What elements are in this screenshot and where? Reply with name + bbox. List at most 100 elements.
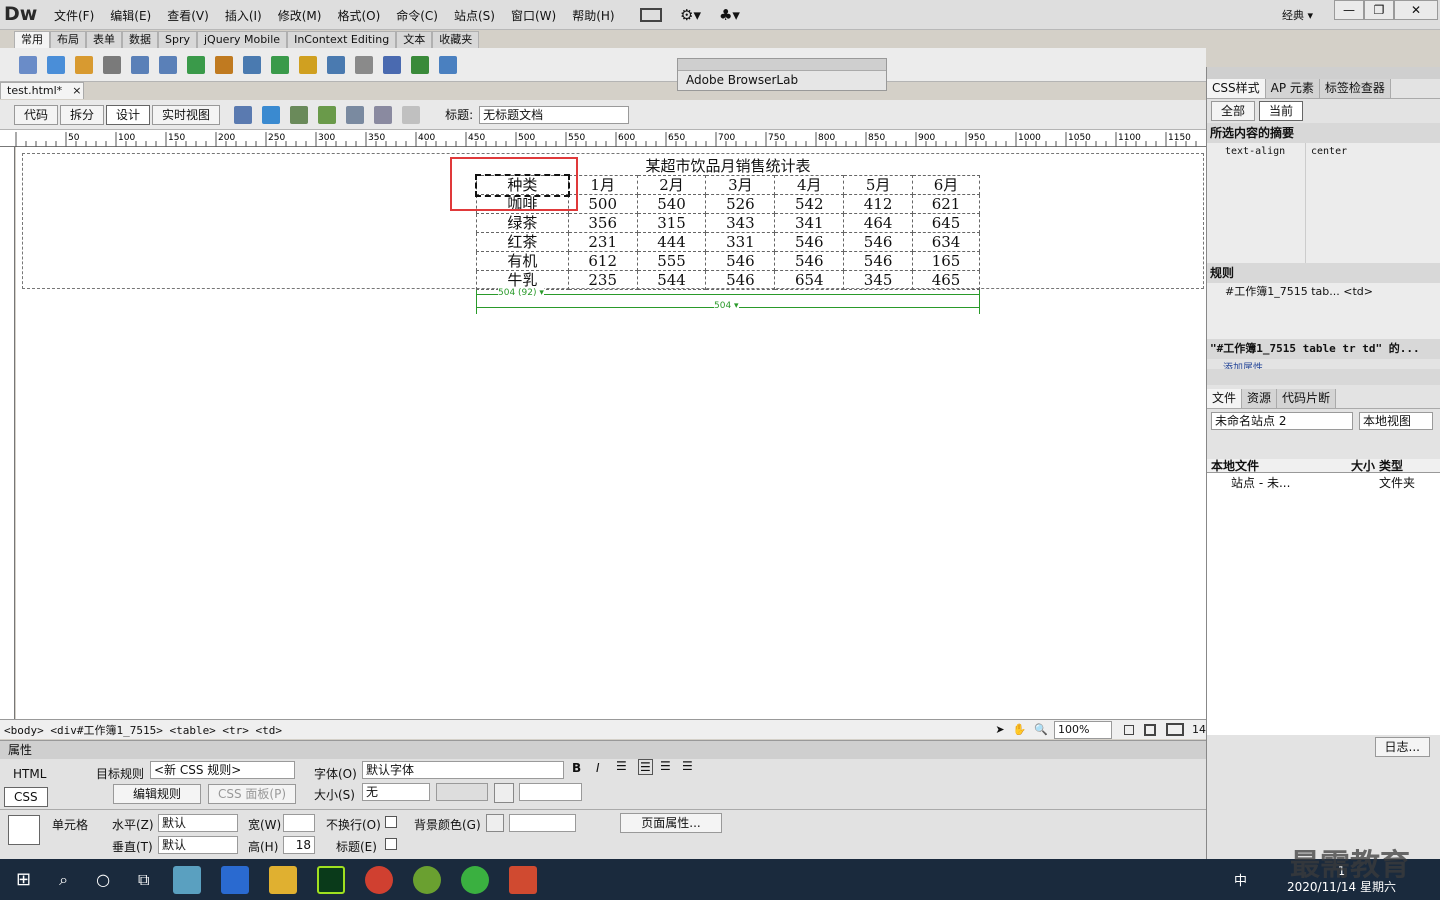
window-size[interactable]: 14 [1192,723,1206,736]
validate-icon[interactable] [374,105,393,124]
value-cell[interactable]: 464 [843,213,914,233]
visual-aids-icon[interactable] [346,105,365,124]
split-view-button[interactable]: 拆分 [60,104,105,125]
head-icon[interactable] [355,55,373,74]
task-view-icon[interactable]: ⧉ [138,870,149,890]
bgcolor-picker[interactable] [486,814,504,832]
tab-assets[interactable]: 资源 [1242,389,1278,408]
tab-incontext[interactable]: InContext Editing [287,31,397,48]
tab-layout[interactable]: 布局 [50,31,86,48]
value-cell[interactable]: 5月 [843,175,914,195]
tablet-size-icon[interactable] [1144,723,1156,736]
category-cell[interactable]: 有机 [476,251,569,271]
value-cell[interactable]: 444 [636,232,707,252]
table-row[interactable]: 绿茶 356 315 343 341 464 645 [476,213,980,233]
header-checkbox[interactable] [385,838,397,850]
file-row[interactable]: 站点 - 未... 文件夹 [1207,473,1440,491]
tab-ap-elements[interactable]: AP 元素 [1265,79,1320,98]
cortana-icon[interactable]: ○ [96,870,110,889]
value-cell[interactable]: 546 [774,232,845,252]
value-cell[interactable]: 654 [774,270,845,290]
phone-size-icon[interactable] [1124,724,1134,735]
media-icon[interactable] [215,55,233,74]
align-right-icon[interactable]: ☰ [660,759,671,773]
value-cell[interactable]: 645 [912,213,980,233]
font-select[interactable]: 默认字体 [362,761,564,779]
menu-site[interactable]: 站点(S) [446,7,503,24]
tab-favorites[interactable]: 收藏夹 [432,31,480,48]
summary-value[interactable]: center [1311,146,1347,157]
value-cell[interactable]: 555 [636,251,707,271]
value-cell[interactable]: 412 [843,194,914,214]
table-row[interactable]: 红茶 231 444 331 546 546 634 [476,232,980,252]
hyperlink-icon[interactable] [19,55,37,74]
watermelon-app-icon[interactable] [413,865,442,894]
select-tool-icon[interactable]: ➤ [995,723,1004,736]
desktop-size-icon[interactable] [1166,723,1184,736]
refresh-icon[interactable] [402,105,421,124]
value-cell[interactable]: 540 [636,194,707,214]
ime-indicator[interactable]: 中 [1234,870,1247,889]
italic-icon[interactable]: I [596,761,600,775]
menu-format[interactable]: 格式(O) [329,7,388,24]
html-button[interactable]: HTML [4,765,55,785]
div-icon[interactable] [159,55,177,74]
design-canvas[interactable]: 某超市饮品月销售统计表 种类 1月 2月 3月 4月 5月 6月 咖啡 500 540 526 542… [16,147,1206,719]
live-view-button[interactable]: 实时视图 [152,104,221,125]
check-browser-icon[interactable] [318,105,337,124]
tab-spry[interactable]: Spry [158,31,197,48]
zoom-tool-icon[interactable]: 🔍 [1034,723,1048,736]
table-width-label[interactable]: 504 ▾ [714,301,739,311]
value-cell[interactable]: 6月 [912,175,980,195]
vert-select[interactable]: 默认 [158,836,238,854]
minimize-button[interactable]: — [1334,0,1364,20]
css-panel-button[interactable]: CSS 面板(P) [208,784,297,804]
rule-item[interactable]: #工作簿1_7515 tab... <td> [1207,283,1440,339]
value-cell[interactable]: 231 [567,232,638,252]
tab-css-styles[interactable]: CSS样式 [1207,79,1266,98]
chrome-app-icon[interactable] [365,865,394,894]
browserlab-title[interactable]: Adobe BrowserLab [678,71,886,89]
menu-view[interactable]: 查看(V) [159,7,217,24]
tab-data[interactable]: 数据 [122,31,158,48]
tab-forms[interactable]: 表单 [86,31,122,48]
category-cell[interactable]: 红茶 [476,232,569,252]
value-cell[interactable]: 621 [912,194,980,214]
category-cell[interactable]: 绿茶 [476,213,569,233]
script-icon[interactable] [383,55,401,74]
value-cell[interactable]: 465 [912,270,980,290]
site-icon[interactable]: ♣▾ [719,6,740,24]
email-link-icon[interactable] [47,55,65,74]
table-row[interactable]: 牛乳 235 544 546 654 345 465 [476,270,980,290]
windows-start-icon[interactable]: ⊞ [16,869,31,890]
template-icon[interactable] [411,55,429,74]
close-button[interactable]: ✕ [1394,0,1438,20]
site-select[interactable]: 未命名站点 2 [1211,412,1353,430]
justify-icon[interactable]: ☰ [682,759,693,773]
bgcolor-input[interactable] [509,814,576,832]
value-cell[interactable]: 546 [705,251,776,271]
wechat-app-icon[interactable] [461,865,490,894]
table-icon[interactable] [131,55,149,74]
named-anchor-icon[interactable] [75,55,93,74]
explorer-app-icon[interactable] [269,865,298,894]
tag-selector[interactable]: <body> <div#工作簿1_7515> <table> <tr> <td> [0,722,282,738]
value-cell[interactable]: 341 [774,213,845,233]
properties-header[interactable]: 属性 [0,740,1206,759]
height-input[interactable]: 18 [283,836,315,854]
column-width-label[interactable]: 504 (92) ▾ [498,288,544,298]
view-select[interactable]: 本地视图 [1359,412,1433,430]
title-input[interactable]: 无标题文档 [479,105,630,124]
workspace-switcher[interactable]: 经典 ▾ [1282,7,1313,23]
browser-preview-icon[interactable] [262,105,281,124]
page-properties-button[interactable]: 页面属性... [620,813,722,833]
tab-common[interactable]: 常用 [14,31,50,48]
dreamweaver-app-icon[interactable] [317,865,346,894]
hand-tool-icon[interactable]: ✋ [1013,723,1027,736]
value-cell[interactable]: 343 [705,213,776,233]
text-color-input[interactable] [519,783,582,801]
size-select[interactable]: 无 [362,783,430,801]
notepad-app-icon[interactable] [173,865,202,894]
tab-text[interactable]: 文本 [396,31,433,48]
tab-files[interactable]: 文件 [1207,389,1243,408]
